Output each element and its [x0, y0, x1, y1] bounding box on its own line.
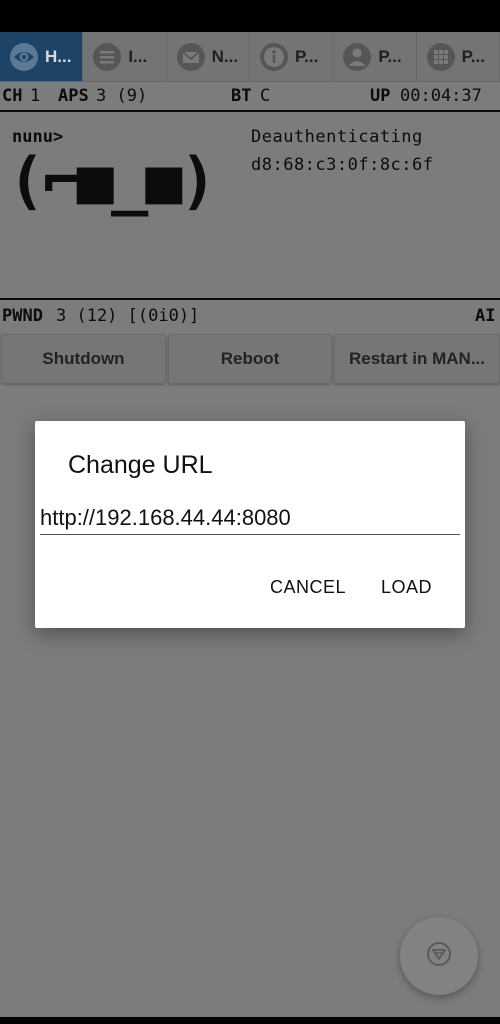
uptime-label: UP — [370, 86, 391, 106]
divider — [0, 110, 500, 112]
tab-bar: H... I... N... P... P... P... — [0, 32, 500, 82]
tab-label: P... — [461, 46, 485, 66]
eye-icon — [9, 42, 39, 72]
restart-manual-button[interactable]: Restart in MAN... — [334, 334, 500, 384]
info-icon — [259, 42, 289, 72]
tab-label: N... — [211, 46, 239, 66]
load-button[interactable]: LOAD — [381, 577, 432, 598]
floating-action-button[interactable] — [400, 917, 478, 995]
pwnd-label: PWND — [2, 306, 43, 326]
tab-label: P... — [294, 46, 319, 66]
tab-plugins[interactable]: P... — [416, 32, 500, 82]
person-icon — [342, 42, 372, 72]
scroll-down-icon — [426, 941, 452, 971]
uptime-value: 00:04:37 — [400, 86, 482, 106]
pwnagotchi-face: (⌐■_■) — [8, 144, 217, 217]
status-message-line2: d8:68:c3:0f:8c:6f — [251, 155, 434, 175]
top-status-line: CH 1 APS 3 (9) BT C UP 00:04:37 — [0, 84, 500, 110]
status-message-line1: Deauthenticating — [251, 127, 423, 147]
tab-label: P... — [378, 46, 402, 66]
channel-value: 1 — [30, 86, 41, 106]
bt-label: BT — [231, 86, 252, 106]
tab-info[interactable]: P... — [249, 32, 334, 82]
grid-icon — [426, 42, 456, 72]
channel-label: CH — [2, 86, 23, 106]
cancel-button[interactable]: CANCEL — [270, 577, 346, 598]
tab-mail[interactable]: N... — [166, 32, 250, 82]
mail-icon — [176, 42, 206, 72]
change-url-dialog: Change URL CANCEL LOAD — [35, 421, 465, 628]
tab-list[interactable]: I... — [83, 32, 167, 82]
url-input[interactable] — [40, 501, 460, 535]
system-status-bar — [0, 0, 500, 32]
tab-profile[interactable]: P... — [333, 32, 417, 82]
bt-value: C — [260, 86, 271, 106]
aps-label: APS — [58, 86, 89, 106]
system-nav-bar — [0, 1017, 500, 1024]
shutdown-button[interactable]: Shutdown — [1, 334, 166, 384]
pwnd-value: 3 (12) [(0i0)] — [56, 306, 200, 326]
action-buttons: Shutdown Reboot Restart in MAN... — [0, 334, 500, 384]
list-icon — [92, 42, 122, 72]
tab-label: I... — [128, 46, 148, 66]
mode-indicator: AI — [475, 306, 496, 326]
aps-value: 3 (9) — [96, 86, 148, 106]
tab-label: H... — [45, 46, 72, 66]
divider — [0, 298, 500, 300]
dialog-title: Change URL — [68, 451, 213, 479]
reboot-button[interactable]: Reboot — [168, 334, 332, 384]
bottom-status-line: PWND 3 (12) [(0i0)] AI — [0, 304, 500, 328]
tab-home[interactable]: H... — [0, 32, 84, 82]
